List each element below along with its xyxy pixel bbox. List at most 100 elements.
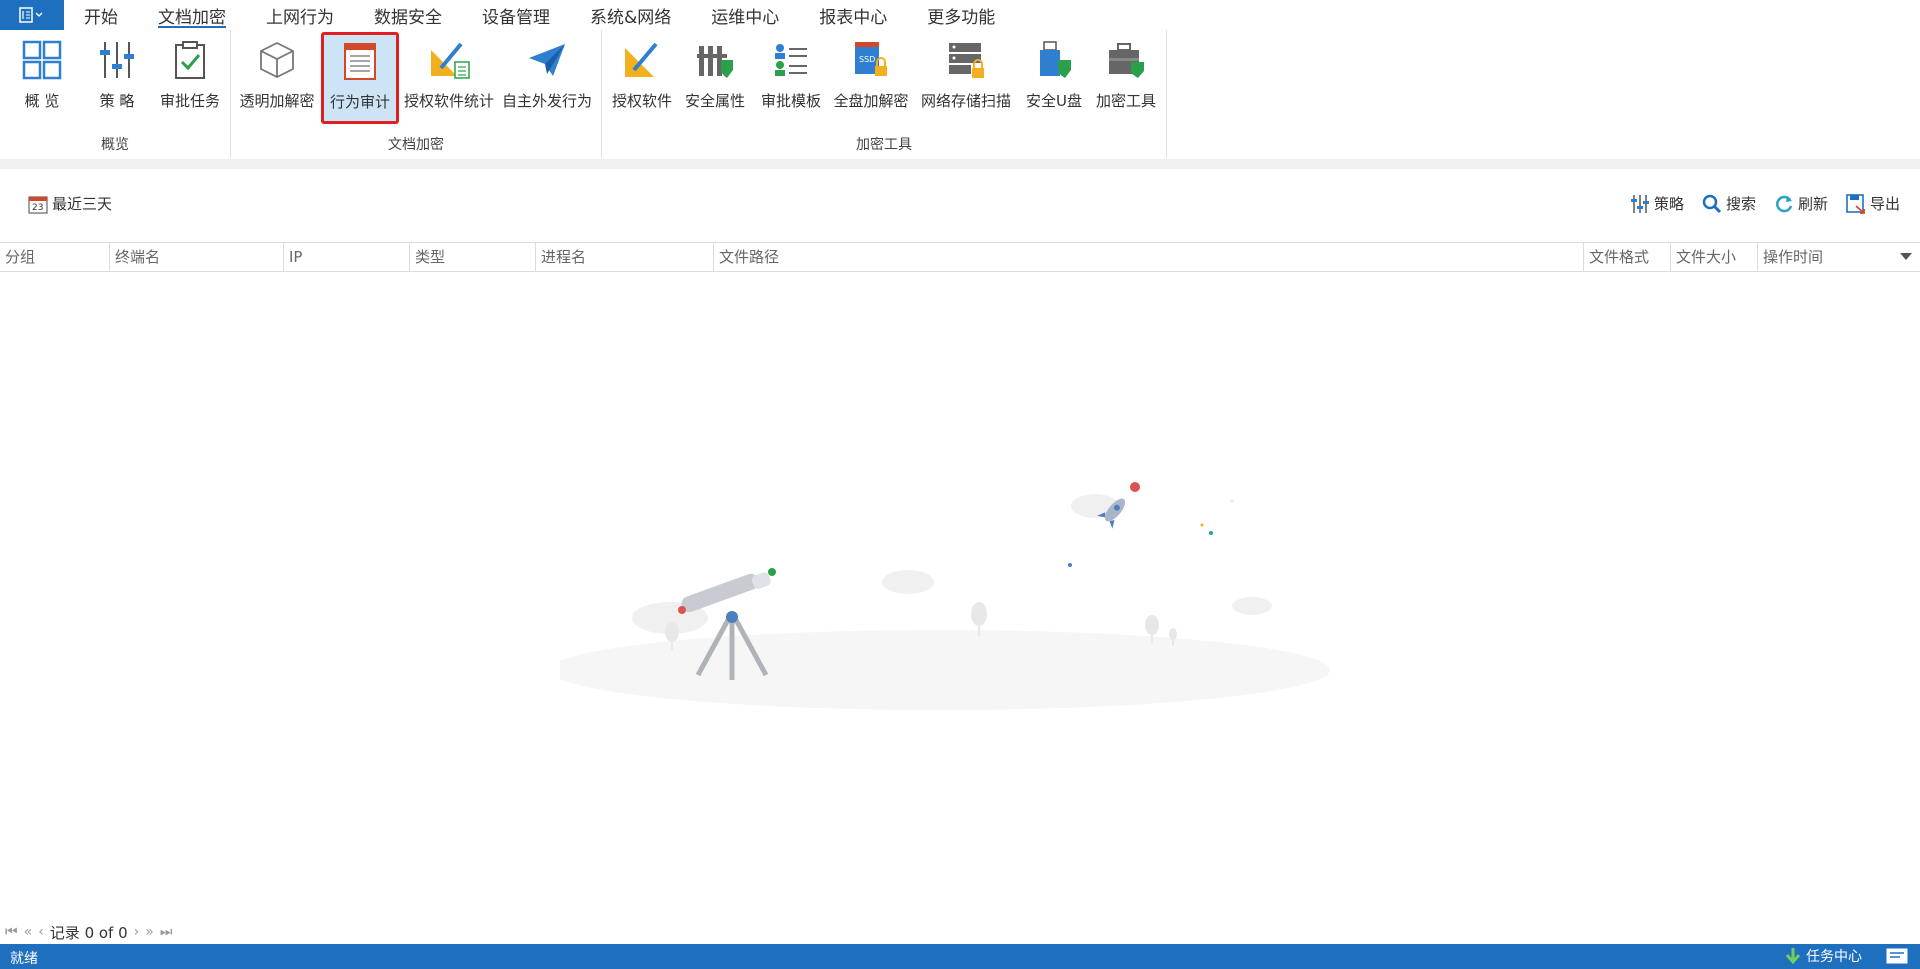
approval-template-button[interactable]: 审批模板 (758, 34, 824, 122)
calendar-day: 23 (32, 203, 43, 213)
authorized-software-stats-button[interactable]: 授权软件统计 (401, 34, 497, 122)
export-label: 导出 (1869, 195, 1900, 213)
transparent-encryption-label: 透明加解密 (239, 92, 315, 110)
authorized-software-button[interactable]: 授权软件 (608, 34, 676, 122)
status-text: 就绪 (10, 951, 38, 967)
fence-shield-icon (697, 46, 733, 78)
user-list-icon (775, 44, 807, 76)
column-header-file-path[interactable]: 文件路径 (714, 243, 1584, 271)
clipboard-check-icon (175, 41, 205, 79)
secure-usb-label: 安全U盘 (1026, 92, 1082, 110)
security-attributes-label: 安全属性 (684, 92, 745, 110)
security-attributes-button[interactable]: 安全属性 (682, 34, 748, 122)
column-header-process-name[interactable]: 进程名 (536, 243, 714, 271)
task-center-label: 任务中心 (1806, 949, 1862, 965)
secure-usb-button[interactable]: 安全U盘 (1020, 34, 1088, 122)
tab-operations-center[interactable]: 运维中心 (691, 0, 799, 30)
self-outgoing-behavior-button[interactable]: 自主外发行为 (499, 34, 595, 122)
export-icon (1846, 193, 1865, 214)
usb-shield-icon (1040, 41, 1071, 78)
tab-report-center[interactable]: 报表中心 (799, 0, 907, 30)
refresh-icon (1776, 195, 1793, 212)
column-header-file-format[interactable]: 文件格式 (1584, 243, 1671, 271)
status-bar: 就绪 任务中心 (0, 944, 1920, 969)
ribbon-divider (0, 159, 1920, 169)
calendar-icon: 23 (28, 195, 48, 214)
server-lock-icon (949, 43, 984, 78)
prev-block-icon[interactable]: « (24, 924, 33, 940)
toolbar: 23 最近三天 策略 搜索 刷新 导出 (0, 185, 1920, 225)
refresh-label: 刷新 (1797, 195, 1828, 213)
tab-start[interactable]: 开始 (64, 0, 138, 30)
column-header-group[interactable]: 分组 (0, 243, 110, 271)
prev-page-icon[interactable]: ‹ (38, 924, 44, 940)
app-menu-button[interactable] (0, 0, 64, 30)
cube-icon (260, 41, 294, 79)
network-storage-scan-button[interactable]: 网络存储扫描 (918, 34, 1014, 122)
search-icon (1702, 194, 1722, 213)
full-disk-encryption-button[interactable]: SSD 全盘加解密 (830, 34, 912, 122)
ribbon-group-document-encryption: 透明加解密 行为审计 授权软件统计 自主外发行为 文档加密 (231, 30, 602, 158)
date-range-button[interactable]: 23 最近三天 (28, 193, 112, 214)
group-label-overview: 概览 (101, 137, 129, 153)
authorized-software-stats-label: 授权软件统计 (403, 92, 494, 110)
tab-internet-behavior[interactable]: 上网行为 (246, 0, 354, 30)
network-storage-scan-label: 网络存储扫描 (920, 92, 1011, 110)
tab-document-encryption[interactable]: 文档加密 (138, 0, 246, 30)
ribbon-group-overview: 概 览 策 略 审批任务 概览 (0, 30, 231, 158)
ribbon: 概 览 策 略 审批任务 概览 透明加解密 行为审计 授权软件统计 自主外发行为… (0, 30, 1920, 160)
next-page-icon[interactable]: › (134, 924, 140, 940)
ribbon-group-encryption-tools: 授权软件 安全属性 审批模板 SSD 全盘加解密 网络存储扫描 安全U盘 加密工… (602, 30, 1167, 158)
pen-ruler-icon (625, 42, 658, 77)
encryption-tools-label: 加密工具 (1095, 92, 1156, 110)
sliders-icon (100, 42, 134, 78)
column-header-ip[interactable]: IP (284, 243, 410, 271)
column-header-operation-time[interactable]: 操作时间 (1758, 243, 1920, 271)
group-label-encryption-tools: 加密工具 (856, 137, 912, 153)
first-page-icon[interactable]: ⏮ (5, 924, 18, 940)
audit-log-icon (344, 43, 376, 80)
date-range-label: 最近三天 (52, 195, 113, 213)
overview-label: 概 览 (24, 92, 60, 110)
sort-desc-icon (1900, 253, 1912, 260)
toolbar-policy-button[interactable]: 策略 (1630, 193, 1684, 214)
policy-button[interactable]: 策 略 (87, 34, 147, 122)
behavior-audit-label: 行为审计 (329, 93, 390, 111)
approval-template-label: 审批模板 (760, 92, 821, 110)
pagination: ⏮ « ‹ 记录 0 of 0 › » ⏭ (5, 922, 172, 942)
encryption-tools-button[interactable]: 加密工具 (1092, 34, 1160, 122)
approval-tasks-button[interactable]: 审批任务 (157, 34, 223, 122)
svg-text:SSD: SSD (859, 55, 875, 64)
last-page-icon[interactable]: ⏭ (160, 924, 173, 940)
transparent-encryption-button[interactable]: 透明加解密 (237, 34, 317, 122)
tab-system-network[interactable]: 系统&网络 (570, 0, 691, 30)
pen-ruler-stats-icon (431, 42, 470, 79)
toolbox-shield-icon (1109, 43, 1144, 78)
tab-device-management[interactable]: 设备管理 (462, 0, 570, 30)
tab-more-features[interactable]: 更多功能 (907, 0, 1015, 30)
search-button[interactable]: 搜索 (1702, 193, 1756, 214)
next-block-icon[interactable]: » (145, 924, 154, 940)
column-header-type[interactable]: 类型 (410, 243, 536, 271)
column-header-operation-time-label: 操作时间 (1763, 248, 1824, 266)
empty-state-illustration (560, 482, 1330, 710)
column-header-file-size[interactable]: 文件大小 (1671, 243, 1758, 271)
search-label: 搜索 (1725, 195, 1756, 213)
tab-data-security[interactable]: 数据安全 (354, 0, 462, 30)
authorized-software-label: 授权软件 (611, 92, 672, 110)
full-disk-encryption-label: 全盘加解密 (833, 92, 909, 110)
dashboard-icon (22, 40, 62, 80)
export-button[interactable]: 导出 (1846, 193, 1900, 214)
menu-bar: 开始 文档加密 上网行为 数据安全 设备管理 系统&网络 运维中心 报表中心 更… (0, 0, 1920, 30)
app-menu-icon (19, 7, 43, 23)
self-outgoing-behavior-label: 自主外发行为 (501, 92, 592, 110)
group-label-document-encryption: 文档加密 (388, 137, 444, 153)
toolbar-policy-label: 策略 (1653, 195, 1684, 213)
column-header-terminal-name[interactable]: 终端名 (110, 243, 284, 271)
message-icon[interactable] (1886, 948, 1908, 964)
behavior-audit-button[interactable]: 行为审计 (321, 32, 399, 124)
paper-plane-icon (529, 44, 565, 76)
overview-button[interactable]: 概 览 (12, 34, 72, 122)
task-center-button[interactable]: 任务中心 (1784, 946, 1862, 966)
refresh-button[interactable]: 刷新 (1774, 193, 1828, 214)
